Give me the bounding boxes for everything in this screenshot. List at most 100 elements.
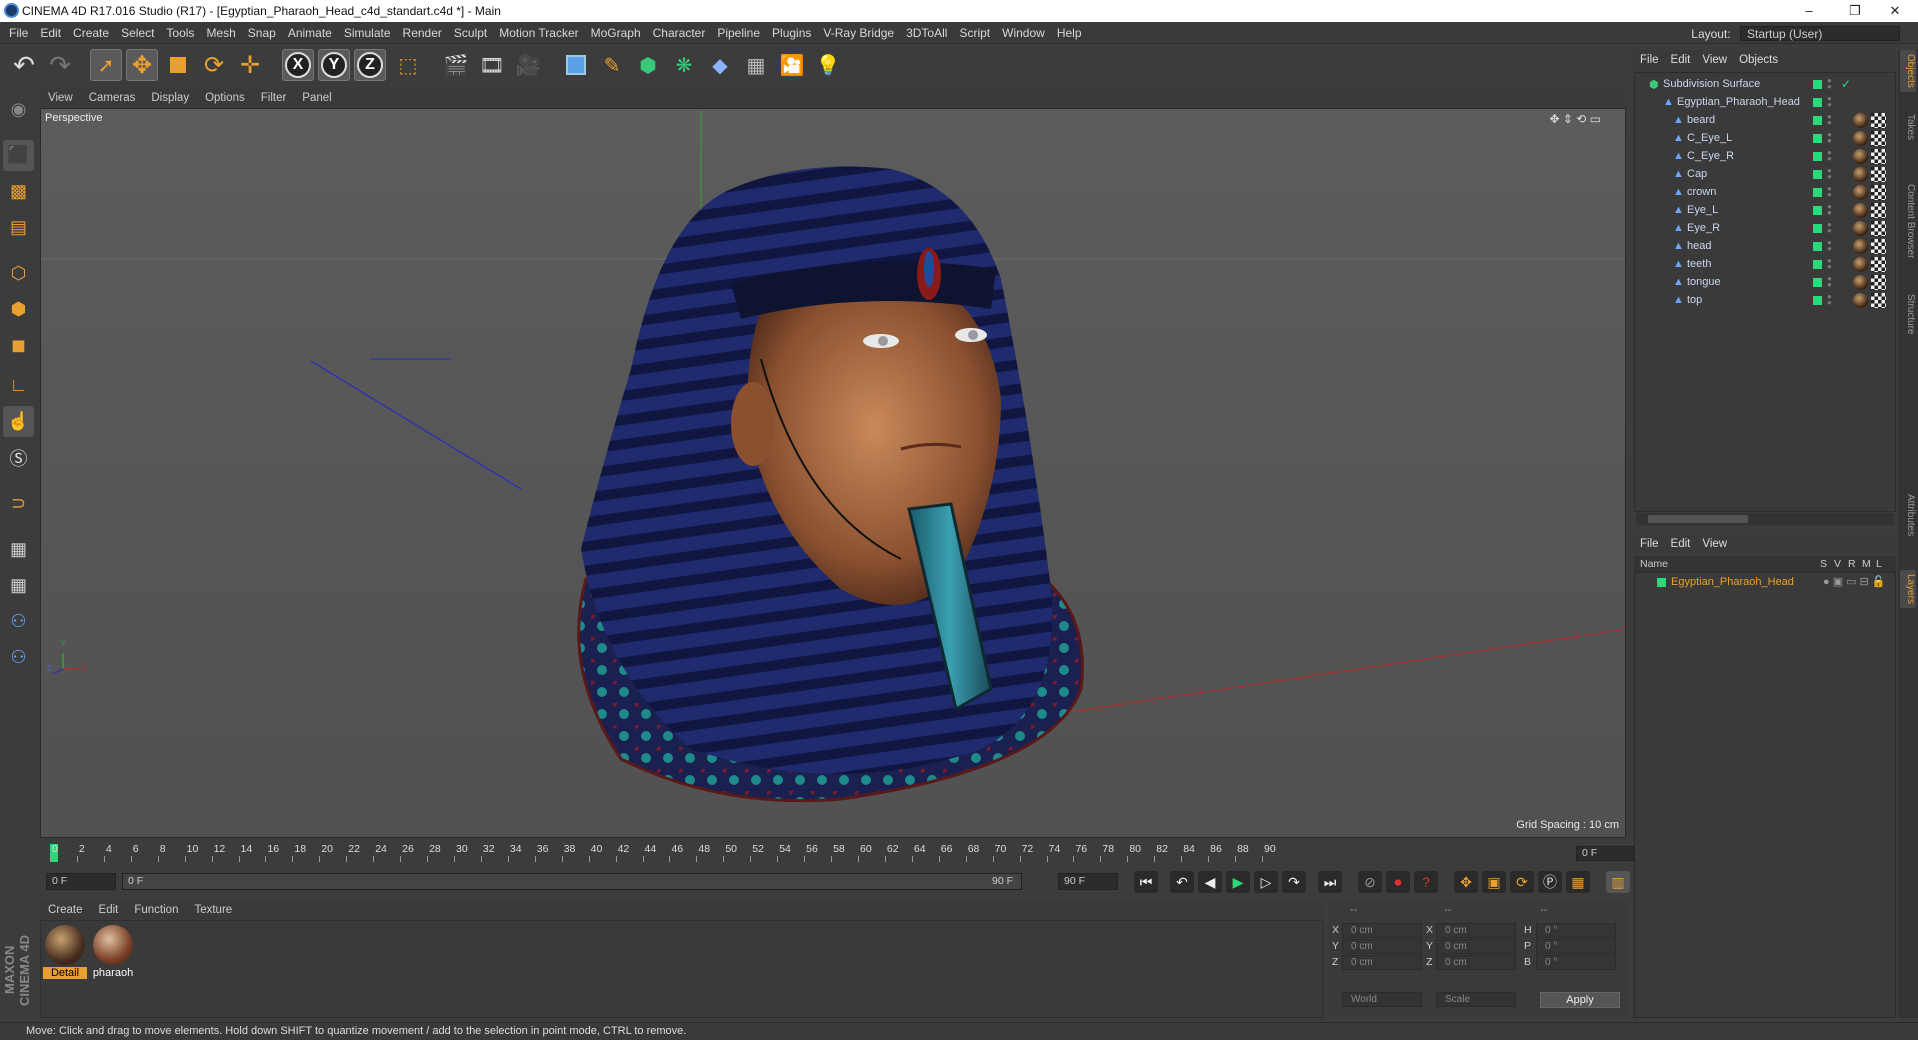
layer-color-flag[interactable] bbox=[1813, 206, 1822, 215]
make-editable-icon[interactable]: ◉ bbox=[3, 94, 34, 125]
layer-color-flag[interactable] bbox=[1813, 152, 1822, 161]
viewport-menu-cameras[interactable]: Cameras bbox=[81, 88, 144, 108]
material-tag-icon[interactable] bbox=[1853, 113, 1868, 128]
go-to-end-icon[interactable]: ⏭ bbox=[1318, 871, 1342, 893]
z-axis-lock[interactable]: Z bbox=[354, 49, 386, 81]
layer-menu-file[interactable]: File bbox=[1634, 534, 1665, 554]
visibility-toggle[interactable]: ● ● bbox=[1827, 95, 1833, 109]
key-position-icon[interactable]: ✥ bbox=[1454, 871, 1478, 893]
object-menu-view[interactable]: View bbox=[1696, 50, 1733, 70]
visibility-toggle[interactable]: ● ● bbox=[1827, 239, 1833, 253]
side-tab-takes[interactable]: Takes bbox=[1900, 110, 1916, 144]
menu-help[interactable]: Help bbox=[1051, 22, 1088, 44]
visibility-toggle[interactable]: ● ● bbox=[1827, 167, 1833, 181]
layer-color-flag[interactable] bbox=[1813, 134, 1822, 143]
object-top[interactable]: ▲ top ● ● bbox=[1635, 291, 1895, 311]
viewport-menu-display[interactable]: Display bbox=[143, 88, 197, 108]
cube-primitive-icon[interactable] bbox=[560, 49, 592, 81]
texture-tag-icon[interactable] bbox=[1871, 293, 1886, 308]
motion-record-icon[interactable]: ⊘ bbox=[1358, 871, 1382, 893]
visibility-toggle[interactable]: ● ● bbox=[1827, 275, 1833, 289]
texture-tag-icon[interactable] bbox=[1871, 239, 1886, 254]
texture-tag-icon[interactable] bbox=[1871, 149, 1886, 164]
current-frame-field[interactable]: 0 F bbox=[1576, 846, 1634, 861]
coord-rot-p-field[interactable]: 0 ° bbox=[1536, 939, 1616, 954]
coord-pos-x-field[interactable]: 0 cm bbox=[1342, 923, 1422, 938]
object-eye-l[interactable]: ▲ Eye_L ● ● bbox=[1635, 201, 1895, 221]
material-tag-icon[interactable] bbox=[1853, 167, 1868, 182]
visibility-toggle[interactable]: ● ● bbox=[1827, 113, 1833, 127]
tweak-mode-icon[interactable]: ☝ bbox=[3, 406, 34, 437]
object-subdivision-surface[interactable]: ⬢ Subdivision Surface ● ● ✓ bbox=[1635, 75, 1895, 95]
material-menu-function[interactable]: Function bbox=[126, 900, 186, 920]
texture-tag-icon[interactable] bbox=[1871, 131, 1886, 146]
viewport-menu-options[interactable]: Options bbox=[197, 88, 253, 108]
enabled-check-icon[interactable]: ✓ bbox=[1841, 77, 1851, 91]
visibility-toggle[interactable]: ● ● bbox=[1827, 203, 1833, 217]
layer-color-flag[interactable] bbox=[1813, 116, 1822, 125]
layer-row[interactable]: Egyptian_Pharaoh_Head ● ▣ ▭ ⊟ 🔓 bbox=[1635, 575, 1895, 591]
layer-color-flag[interactable] bbox=[1813, 260, 1822, 269]
menu-select[interactable]: Select bbox=[115, 22, 160, 44]
light-icon[interactable]: 💡 bbox=[812, 49, 844, 81]
material-tag-icon[interactable] bbox=[1853, 257, 1868, 272]
material-tag-icon[interactable] bbox=[1853, 221, 1868, 236]
next-frame-icon[interactable]: ▷ bbox=[1254, 871, 1278, 893]
menu-simulate[interactable]: Simulate bbox=[338, 22, 397, 44]
menu-file[interactable]: File bbox=[0, 22, 34, 44]
object-manager-scrollbar[interactable] bbox=[1636, 513, 1894, 525]
material-tag-icon[interactable] bbox=[1853, 275, 1868, 290]
x-axis-lock[interactable]: X bbox=[282, 49, 314, 81]
python-icon[interactable]: ⚇ bbox=[3, 606, 34, 637]
play-icon[interactable]: ▶ bbox=[1226, 871, 1250, 893]
side-tab-attributes[interactable]: Attributes bbox=[1900, 490, 1916, 540]
menu-3dtoall[interactable]: 3DToAll bbox=[900, 22, 953, 44]
object-menu-edit[interactable]: Edit bbox=[1665, 50, 1697, 70]
timeline-ruler[interactable]: 0 2 4 6 8 10 12 14 16 18 20 22 24 26 28 30 32 34 36 38 40 42 4… bbox=[40, 842, 1570, 864]
floor-environment-icon[interactable]: ▦ bbox=[740, 49, 772, 81]
menu-snap[interactable]: Snap bbox=[242, 22, 282, 44]
visibility-toggle[interactable]: ● ● bbox=[1827, 149, 1833, 163]
deformer-icon[interactable]: ◆ bbox=[704, 49, 736, 81]
coord-pos-y-field[interactable]: 0 cm bbox=[1342, 939, 1422, 954]
layer-menu-view[interactable]: View bbox=[1696, 534, 1733, 554]
layout-dropdown[interactable]: Startup (User) bbox=[1740, 26, 1900, 41]
texture-tag-icon[interactable] bbox=[1871, 203, 1886, 218]
layer-menu-edit[interactable]: Edit bbox=[1665, 534, 1697, 554]
object-crown[interactable]: ▲ crown ● ● bbox=[1635, 183, 1895, 203]
snapping-icon[interactable]: Ⓢ bbox=[3, 442, 34, 473]
texture-tag-icon[interactable] bbox=[1871, 275, 1886, 290]
visibility-toggle[interactable]: ● ● bbox=[1827, 185, 1833, 199]
menu-mograph[interactable]: MoGraph bbox=[585, 22, 647, 44]
go-to-start-icon[interactable]: ⏮ bbox=[1134, 871, 1158, 893]
visibility-toggle[interactable]: ● ● bbox=[1827, 131, 1833, 145]
material-menu-create[interactable]: Create bbox=[40, 900, 91, 920]
menu-motion-tracker[interactable]: Motion Tracker bbox=[493, 22, 584, 44]
texture-tag-icon[interactable] bbox=[1871, 221, 1886, 236]
side-tab-structure[interactable]: Structure bbox=[1900, 290, 1916, 339]
menu-plugins[interactable]: Plugins bbox=[766, 22, 817, 44]
points-mode-icon[interactable]: ⬡ bbox=[3, 258, 34, 289]
object-c-eye-l[interactable]: ▲ C_Eye_L ● ● bbox=[1635, 129, 1895, 149]
pen-spline-icon[interactable]: ✎ bbox=[596, 49, 628, 81]
model-mode-icon[interactable]: ⬛ bbox=[3, 140, 34, 171]
render-settings-icon[interactable]: 🎥 bbox=[512, 49, 544, 81]
texture-mode-icon[interactable]: ▩ bbox=[3, 176, 34, 207]
key-scale-icon[interactable]: ▣ bbox=[1482, 871, 1506, 893]
texture-tag-icon[interactable] bbox=[1871, 257, 1886, 272]
object-egyptian-pharaoh-head[interactable]: ▲ Egyptian_Pharaoh_Head ● ● bbox=[1635, 93, 1895, 113]
side-tab-objects[interactable]: Objects bbox=[1900, 50, 1916, 92]
coord-rot-h-field[interactable]: 0 ° bbox=[1536, 923, 1616, 938]
material-tag-icon[interactable] bbox=[1853, 239, 1868, 254]
menu-sculpt[interactable]: Sculpt bbox=[448, 22, 493, 44]
menu-tools[interactable]: Tools bbox=[160, 22, 200, 44]
edges-mode-icon[interactable]: ⬢ bbox=[3, 294, 34, 325]
visibility-toggle[interactable]: ● ● bbox=[1827, 77, 1833, 91]
visibility-toggle[interactable]: ● ● bbox=[1827, 257, 1833, 271]
object-eye-r[interactable]: ▲ Eye_R ● ● bbox=[1635, 219, 1895, 239]
axis-mode-icon[interactable]: ∟ bbox=[3, 370, 34, 401]
layer-color-flag[interactable] bbox=[1813, 224, 1822, 233]
layer-toggle-icons[interactable]: ● ▣ ▭ ⊟ 🔓 bbox=[1823, 575, 1886, 588]
key-pla-icon[interactable]: ▦ bbox=[1566, 871, 1590, 893]
material-pharaoh[interactable]: pharaoh bbox=[91, 925, 135, 979]
